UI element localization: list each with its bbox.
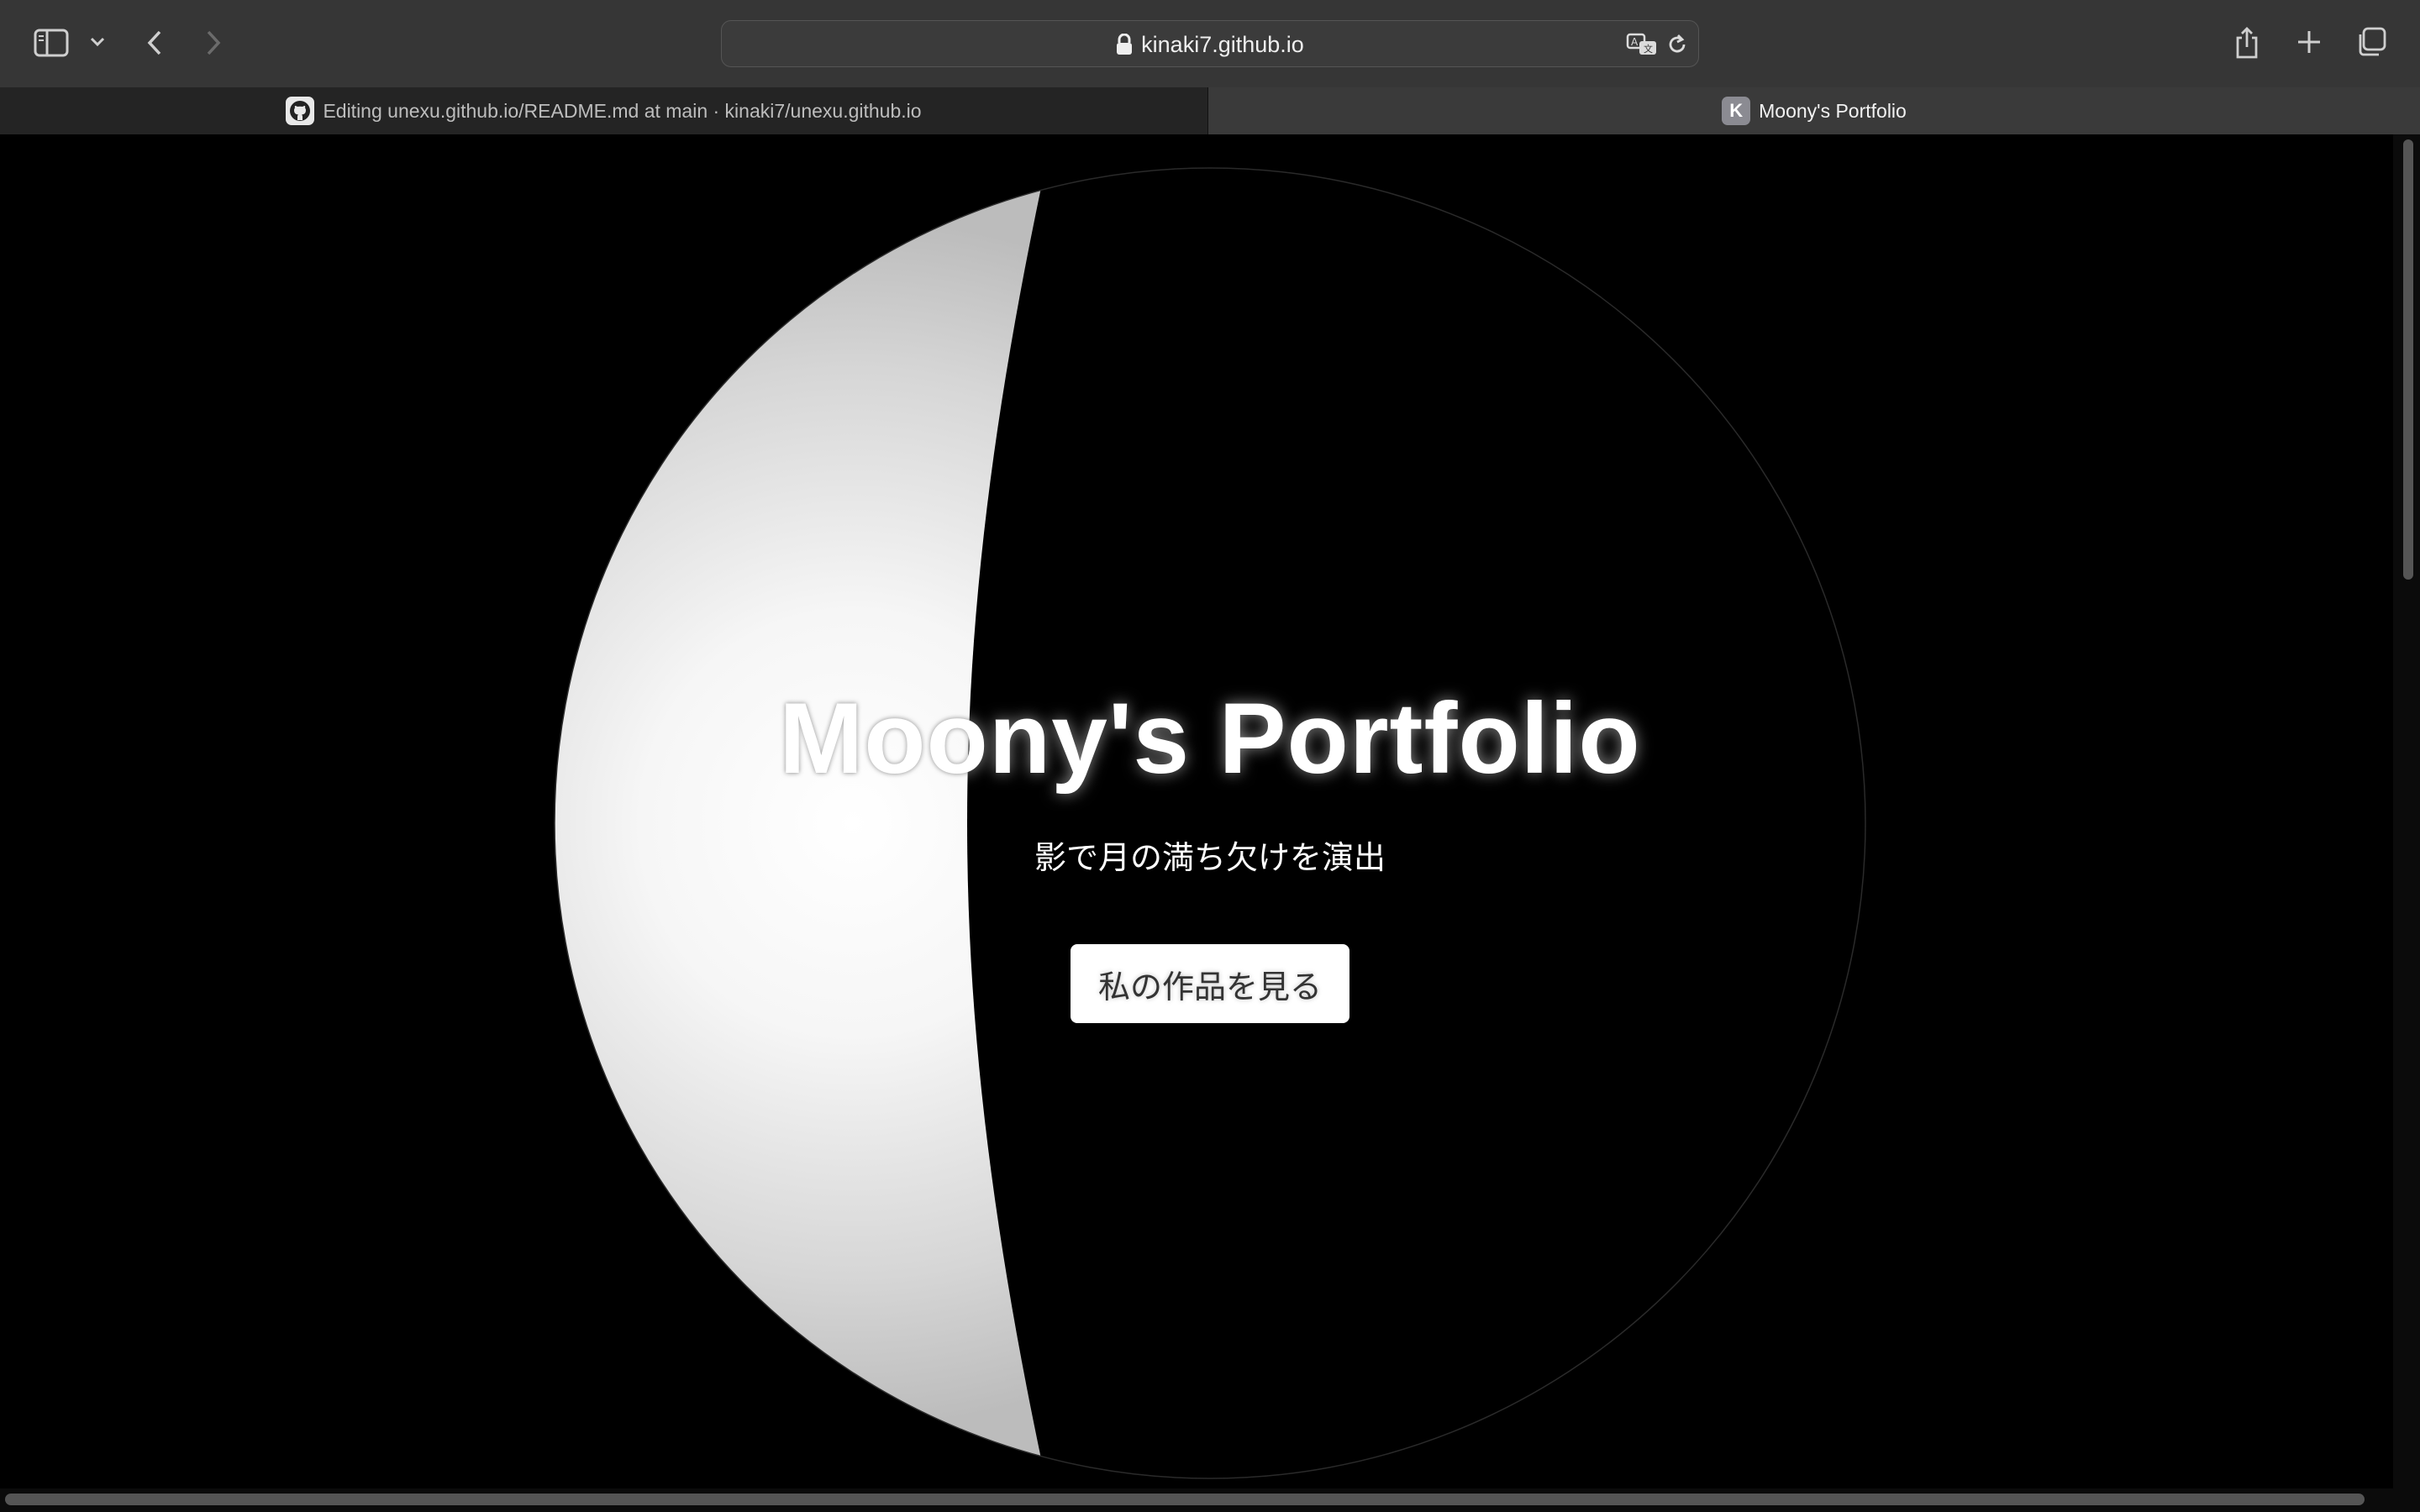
- tab-bar: Editing unexu.github.io/README.md at mai…: [0, 87, 2420, 134]
- hero-subtitle: 影で月の満ち欠けを演出: [1034, 841, 1386, 876]
- web-page: Moony's Portfolio 影で月の満ち欠けを演出 私の作品を見る: [0, 134, 2420, 1512]
- reload-button[interactable]: [1665, 31, 1690, 58]
- hero-title: Moony's Portfolio: [779, 682, 1641, 795]
- site-favicon: K: [1722, 97, 1751, 125]
- browser-toolbar: kinaki7.github.io A文: [0, 0, 2420, 87]
- sidebar-toggle-button[interactable]: [32, 25, 71, 60]
- back-button[interactable]: [139, 25, 170, 60]
- address-bar[interactable]: kinaki7.github.io A文: [721, 20, 1699, 67]
- tab-title: Editing unexu.github.io/README.md at mai…: [323, 99, 922, 122]
- tab-title: Moony's Portfolio: [1759, 99, 1907, 122]
- tab-moonys-portfolio[interactable]: K Moony's Portfolio: [1208, 87, 2420, 134]
- lock-icon: [1117, 34, 1133, 55]
- github-icon: [286, 97, 315, 125]
- new-tab-button[interactable]: [2294, 27, 2324, 57]
- plus-icon: [2298, 31, 2320, 53]
- moon-shadow: [967, 168, 1865, 1478]
- translate-button[interactable]: A文: [1626, 29, 1660, 60]
- moon-illustration: [554, 167, 1866, 1479]
- view-works-button[interactable]: 私の作品を見る: [1071, 944, 1349, 1023]
- tab-overview-icon: [2359, 27, 2386, 56]
- forward-button[interactable]: [198, 25, 229, 60]
- tab-github-readme[interactable]: Editing unexu.github.io/README.md at mai…: [0, 87, 1208, 134]
- vertical-scrollbar[interactable]: [2393, 134, 2420, 1488]
- horizontal-scroll-thumb[interactable]: [5, 1494, 2365, 1505]
- chevron-left-icon: [147, 30, 161, 55]
- horizontal-scrollbar[interactable]: [0, 1488, 2420, 1512]
- reload-icon: [1669, 34, 1686, 53]
- tab-overview-button[interactable]: [2354, 25, 2388, 59]
- tab-group-menu-button[interactable]: [87, 32, 108, 52]
- svg-text:A: A: [1631, 36, 1639, 48]
- translate-icon: A文: [1626, 33, 1656, 55]
- chevron-down-icon: [90, 37, 105, 47]
- vertical-scroll-thumb[interactable]: [2403, 139, 2413, 580]
- chevron-right-icon: [207, 30, 221, 55]
- share-icon: [2236, 27, 2258, 59]
- svg-text:文: 文: [1644, 43, 1653, 55]
- address-text: kinaki7.github.io: [1141, 31, 1304, 57]
- share-button[interactable]: [2232, 24, 2262, 62]
- sidebar-icon: [34, 29, 69, 57]
